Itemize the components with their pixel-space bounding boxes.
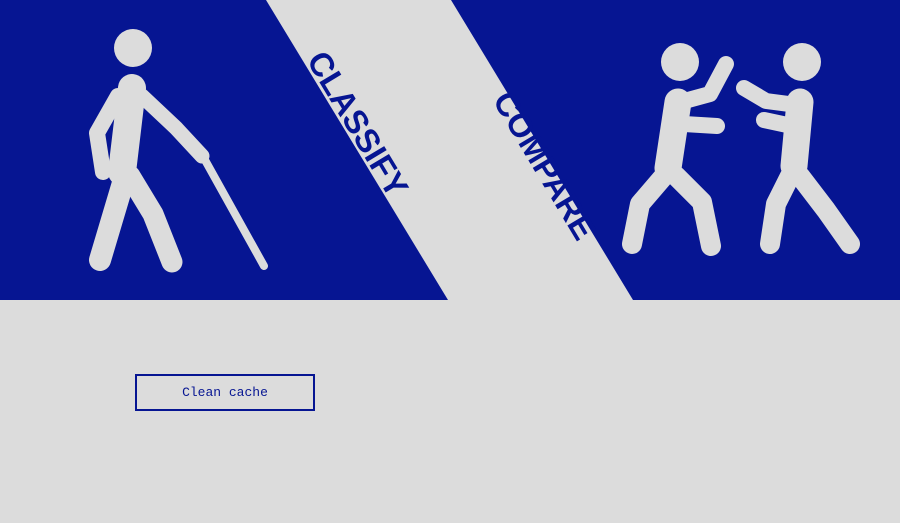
compare-panel[interactable]: COMPARE xyxy=(451,0,900,300)
clean-cache-button[interactable]: Clean cache xyxy=(135,374,315,411)
mode-selector: CLASSIFY COMPARE xyxy=(0,0,900,300)
classify-panel[interactable]: CLASSIFY xyxy=(0,0,448,300)
app-stage: CLASSIFY COMPARE Clean cache xyxy=(0,0,900,523)
